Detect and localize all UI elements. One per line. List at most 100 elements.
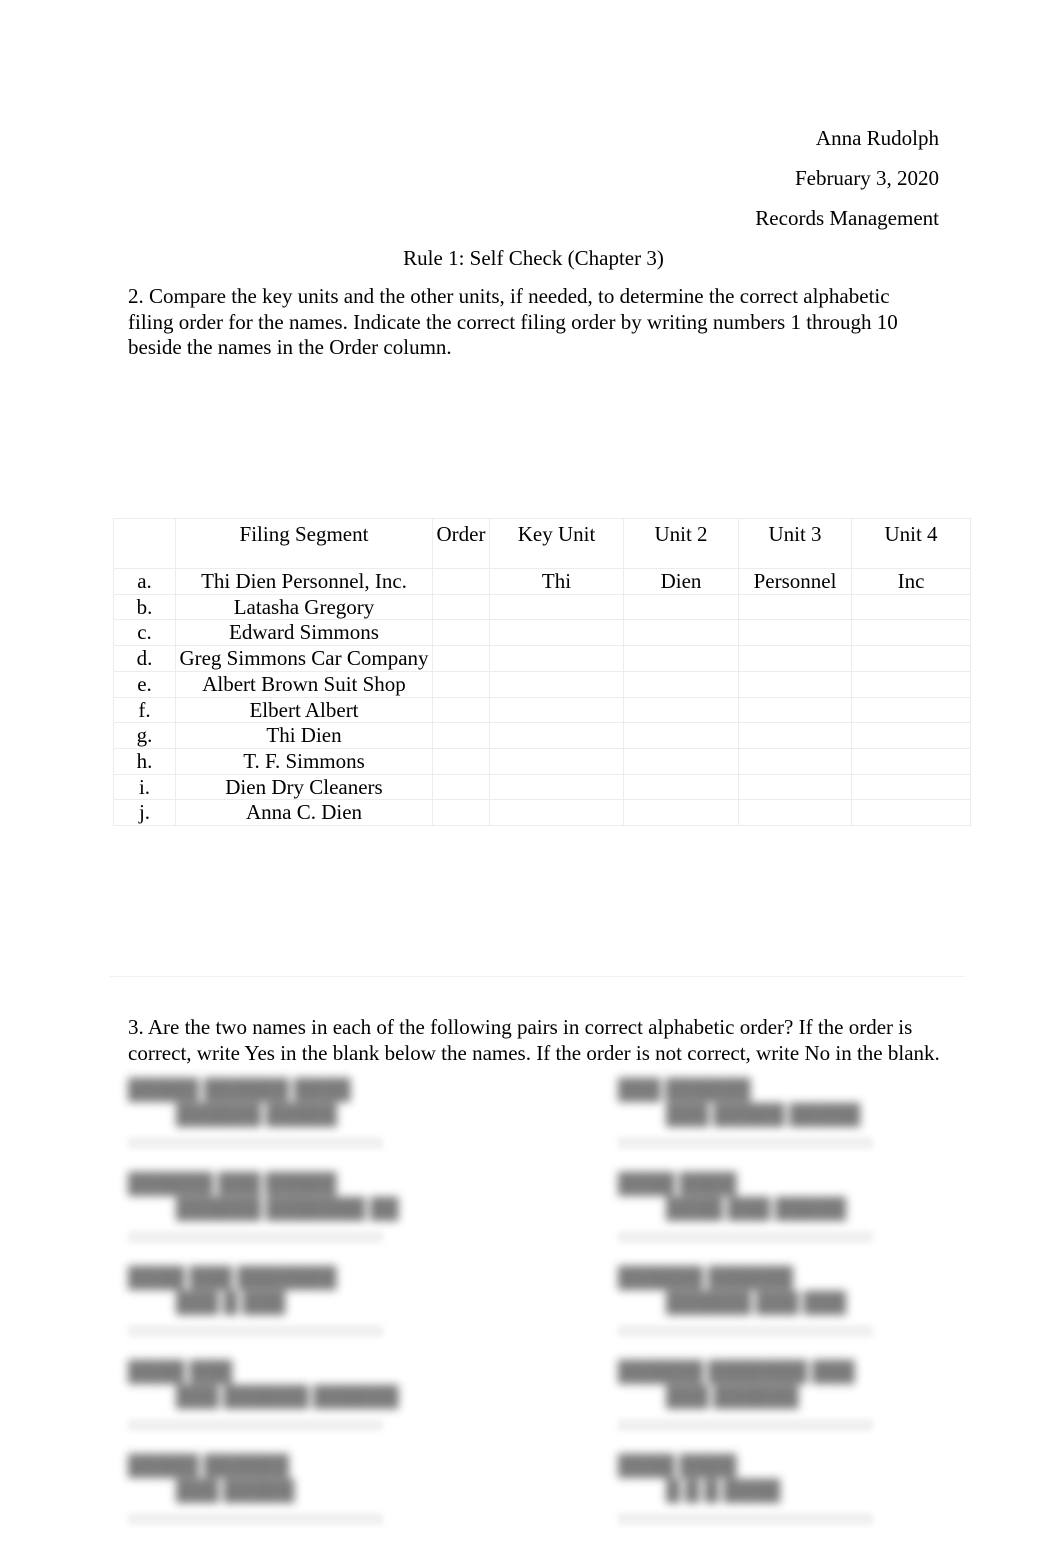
row-unit-2-cell[interactable] — [623, 722, 739, 749]
column-header-order: Order — [432, 518, 490, 569]
row-unit-3-cell[interactable] — [738, 619, 852, 647]
row-unit-3-cell[interactable] — [738, 696, 852, 724]
row-key-unit-cell[interactable] — [489, 722, 624, 749]
row-unit-4-cell[interactable] — [851, 696, 971, 724]
table-row: j. Anna C. Dien — [113, 799, 971, 827]
table-row: d. Greg Simmons Car Company — [113, 645, 971, 672]
row-order-cell[interactable] — [432, 593, 490, 621]
row-key-unit-cell[interactable] — [489, 747, 624, 775]
row-key-unit-cell[interactable] — [489, 696, 624, 724]
row-order-cell[interactable] — [432, 568, 490, 595]
answer-blank[interactable] — [618, 1231, 873, 1243]
table-row: f. Elbert Albert — [113, 696, 971, 724]
row-unit-4-cell[interactable] — [851, 722, 971, 749]
answer-blank[interactable] — [618, 1513, 873, 1525]
row-filing-segment: Edward Simmons — [175, 619, 433, 647]
filing-segment-table-container: Filing Segment Order Key Unit Unit 2 Uni… — [113, 518, 971, 827]
name-pair-line-2: ███ █████ — [176, 1480, 295, 1502]
column-header-letter — [113, 518, 176, 569]
row-unit-2-cell[interactable] — [623, 799, 739, 827]
row-unit-4-cell[interactable] — [851, 670, 971, 698]
row-order-cell[interactable] — [432, 645, 490, 672]
row-order-cell[interactable] — [432, 747, 490, 775]
row-unit-4-cell[interactable] — [851, 773, 971, 801]
row-unit-2-cell[interactable] — [623, 747, 739, 775]
row-key-unit-cell[interactable] — [489, 670, 624, 698]
row-order-cell[interactable] — [432, 799, 490, 827]
answer-blank[interactable] — [128, 1137, 383, 1149]
row-key-unit-cell[interactable] — [489, 773, 624, 801]
name-pair-row: ████ ███ ███ ██████ ██████ ██████ ██████… — [128, 1360, 940, 1454]
row-unit-4-cell[interactable] — [851, 645, 971, 672]
row-order-cell[interactable] — [432, 619, 490, 647]
header-course: Records Management — [755, 206, 939, 230]
row-key-unit-cell[interactable] — [489, 593, 624, 621]
table-row: b. Latasha Gregory — [113, 593, 971, 621]
row-order-cell[interactable] — [432, 773, 490, 801]
name-pair-line-2: ███ █████ █████ — [666, 1104, 861, 1126]
row-unit-2-cell[interactable] — [623, 593, 739, 621]
row-key-unit-cell[interactable]: Thi — [489, 568, 624, 595]
row-unit-3-cell[interactable] — [738, 799, 852, 827]
row-order-cell[interactable] — [432, 670, 490, 698]
row-letter: j. — [113, 799, 176, 827]
name-pair-text: ████ ████ █ █ █ ████ — [618, 1454, 1008, 1504]
name-pair-text: ███ ██████ ███ █████ █████ — [618, 1078, 1008, 1128]
row-unit-4-cell[interactable] — [851, 593, 971, 621]
row-letter: e. — [113, 670, 176, 698]
name-pair-line-2: ██████ █████ — [176, 1104, 337, 1126]
answer-blank[interactable] — [128, 1419, 383, 1431]
row-unit-4-cell[interactable] — [851, 799, 971, 827]
row-order-cell[interactable] — [432, 722, 490, 749]
answer-blank[interactable] — [128, 1513, 383, 1525]
row-unit-2-cell[interactable] — [623, 696, 739, 724]
answer-blank[interactable] — [128, 1231, 383, 1243]
document-header: Anna Rudolph February 3, 2020 Records Ma… — [128, 118, 939, 238]
row-key-unit-cell[interactable] — [489, 799, 624, 827]
row-unit-3-cell[interactable] — [738, 722, 852, 749]
answer-blank[interactable] — [618, 1325, 873, 1337]
table-row: i. Dien Dry Cleaners — [113, 773, 971, 801]
row-key-unit-cell[interactable] — [489, 619, 624, 647]
column-header-key-unit: Key Unit — [489, 518, 624, 569]
name-pair-line-2: ███ ██████ — [666, 1386, 799, 1408]
name-pair-line-1: ████ ███ ███████ — [128, 1267, 337, 1289]
table-row: c. Edward Simmons — [113, 619, 971, 647]
filing-table-body: a. Thi Dien Personnel, Inc. Thi Dien Per… — [113, 568, 971, 827]
filing-segment-table: Filing Segment Order Key Unit Unit 2 Uni… — [113, 518, 971, 827]
row-unit-3-cell[interactable] — [738, 593, 852, 621]
row-unit-2-cell[interactable] — [623, 645, 739, 672]
row-unit-3-cell[interactable] — [738, 670, 852, 698]
row-unit-2-cell[interactable] — [623, 619, 739, 647]
row-key-unit-cell[interactable] — [489, 645, 624, 672]
answer-blank[interactable] — [618, 1419, 873, 1431]
row-unit-3-cell[interactable] — [738, 747, 852, 775]
row-letter: i. — [113, 773, 176, 801]
row-order-cell[interactable] — [432, 696, 490, 724]
row-unit-4-cell[interactable] — [851, 619, 971, 647]
answer-blank[interactable] — [618, 1137, 873, 1149]
name-pair-line-2: ██████ ███████ ██ — [176, 1198, 399, 1220]
row-letter: a. — [113, 568, 176, 595]
row-unit-4-cell[interactable] — [851, 747, 971, 775]
row-unit-2-cell[interactable]: Dien — [623, 568, 739, 595]
row-filing-segment: Thi Dien Personnel, Inc. — [175, 568, 433, 595]
name-pair-line-1: ████ ████ — [618, 1173, 737, 1195]
row-unit-2-cell[interactable] — [623, 773, 739, 801]
table-header-row: Filing Segment Order Key Unit Unit 2 Uni… — [113, 518, 971, 569]
name-pair-line-2: █ █ █ ████ — [666, 1480, 781, 1502]
name-pair-left: █████ ██████ ████ ██████ █████ — [128, 1078, 518, 1149]
row-unit-3-cell[interactable] — [738, 773, 852, 801]
row-unit-3-cell[interactable]: Personnel — [738, 568, 852, 595]
row-unit-4-cell[interactable]: Inc — [851, 568, 971, 595]
header-date: February 3, 2020 — [794, 166, 939, 190]
name-pair-line-1: ██████ ███ █████ — [128, 1173, 337, 1195]
row-letter: h. — [113, 747, 176, 775]
row-unit-2-cell[interactable] — [623, 670, 739, 698]
name-pair-line-1: ████ ███ — [128, 1361, 233, 1383]
name-pair-line-1: ██████ ██████ — [618, 1267, 794, 1289]
table-row: h. T. F. Simmons — [113, 747, 971, 775]
row-unit-3-cell[interactable] — [738, 645, 852, 672]
answer-blank[interactable] — [128, 1325, 383, 1337]
name-pair-text: █████ ██████ ████ ██████ █████ — [128, 1078, 518, 1128]
